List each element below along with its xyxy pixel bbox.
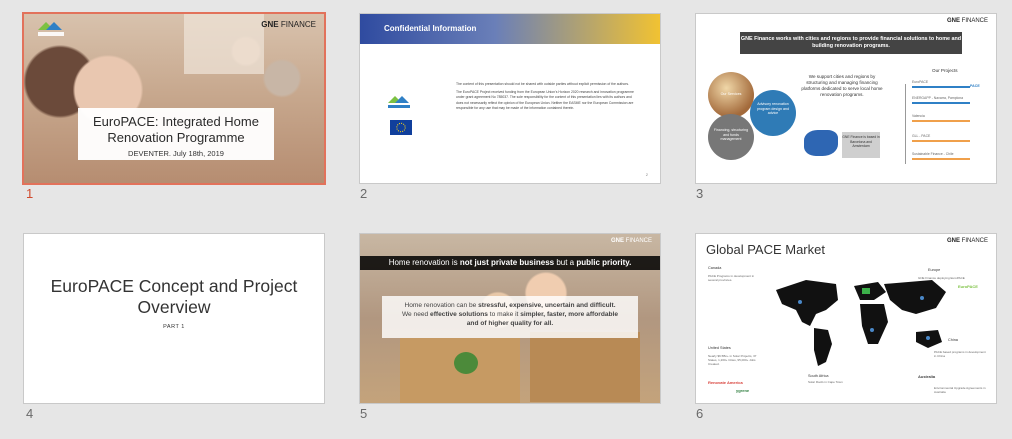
- china-text: PACE based programs in development in Ch…: [934, 350, 986, 358]
- project-item-5: Sustainable Finance - Chile: [912, 152, 954, 156]
- message-line-2: We need effective solutions to make it s…: [401, 311, 619, 318]
- project-bar-5: [912, 158, 970, 160]
- project-item-3: Valencia: [912, 114, 925, 118]
- slide-6-title: Global PACE Market: [706, 242, 825, 257]
- slide-2-disclaimer: The content of this presentation should …: [456, 82, 638, 114]
- slide-3-headline: GNE Finance works with cities and region…: [740, 32, 962, 54]
- gne-finance-brand: GNE FINANCE: [610, 238, 652, 244]
- canada-text: PACE Programs in development in several …: [708, 274, 755, 282]
- financing-circle-label: Financing, structuring and funds managem…: [713, 128, 749, 142]
- australia-text: Environmental Upgrade Agreements in Aust…: [934, 386, 986, 394]
- eu-flag-icon: [390, 120, 412, 135]
- ygrene-logo: ygrene: [736, 388, 750, 393]
- renovate-america-logo: Renovate America: [708, 380, 743, 385]
- slide-4-title: EuroPACE Concept and Project Overview: [50, 276, 298, 317]
- title-card: EuroPACE: Integrated Home Renovation Pro…: [78, 108, 274, 160]
- slide-2-header-text: Confidential Information: [384, 24, 477, 33]
- slide-number-4: 4: [26, 406, 34, 421]
- project-badge-pace: PACE: [970, 84, 980, 88]
- slide-number-6: 6: [696, 406, 704, 421]
- project-bar-4: [912, 140, 970, 142]
- timeline-divider: [895, 84, 906, 164]
- slide-3-support-text: We support cities and regions by structu…: [801, 74, 883, 97]
- slide-thumbnail-2[interactable]: Confidential Information The content of …: [360, 14, 660, 183]
- europe-text: GNE Finance deploying EuroPACE: [918, 276, 965, 280]
- slide-thumbnail-4[interactable]: EuroPACE Concept and Project Overview PA…: [24, 234, 324, 403]
- region-europe: Europe: [928, 268, 941, 272]
- region-china: China: [948, 338, 958, 342]
- slide-thumbnail-1[interactable]: GNE FINANCE EuroPACE: Integrated Home Re…: [24, 14, 324, 183]
- gne-finance-brand: GNE FINANCE: [946, 18, 988, 24]
- projects-title: Our Projects: [932, 68, 958, 73]
- message-line-1: Home renovation can be stressful, expens…: [404, 302, 616, 309]
- slide-thumbnail-6[interactable]: Global PACE Market GNE FINANCE Canada PA…: [696, 234, 996, 403]
- message-line-3: and of higher quality for all.: [466, 320, 554, 327]
- region-canada: Canada: [708, 266, 722, 270]
- australia-logo: Australia: [918, 374, 936, 379]
- slide-5-banner: Home renovation is not just private busi…: [360, 256, 660, 270]
- europace-logo: EuroPACE: [958, 284, 978, 289]
- region-us: United States: [708, 346, 731, 350]
- project-item-2: ENERGAPP - Navarra, Pamplona: [912, 96, 964, 100]
- slide-sorter: GNE FINANCE EuroPACE: Integrated Home Re…: [0, 0, 1012, 439]
- slide-4-subtitle: PART 1: [163, 324, 185, 330]
- slide-number-5: 5: [360, 406, 368, 421]
- plant: [454, 352, 478, 374]
- europace-logo-icon: [388, 96, 410, 108]
- project-item-1: EuroPACE: [912, 80, 929, 84]
- project-bar-2: [912, 102, 970, 104]
- project-bar-1: [912, 86, 970, 88]
- advisory-circle-label: Advisory renovation program design and a…: [757, 102, 789, 116]
- gne-finance-brand: GNE FINANCE: [946, 238, 988, 244]
- slide-thumbnail-5[interactable]: GNE FINANCE Home renovation is not just …: [360, 234, 660, 403]
- slide-3-location-box: GNE Finance is based in Barcelona and Am…: [842, 132, 880, 158]
- slide-number-1: 1: [26, 186, 34, 201]
- slide-2-header-bar: Confidential Information: [360, 14, 660, 44]
- gne-finance-brand: GNE FINANCE: [261, 20, 316, 29]
- services-circle-label: Our Services: [720, 92, 742, 96]
- slide-1-title: EuroPACE: Integrated Home Renovation Pro…: [93, 114, 259, 145]
- europe-map-icon: [804, 130, 838, 156]
- slide-1-window: [184, 14, 264, 74]
- region-south-africa: South Africa: [808, 374, 829, 378]
- slide-5-message-card: Home renovation can be stressful, expens…: [382, 296, 638, 338]
- slide-number-2: 2: [360, 186, 368, 201]
- disclaimer-paragraph-2: The EuroPACE Project received funding fr…: [456, 90, 634, 110]
- world-map-icon: [776, 280, 946, 366]
- slide-2-page-number: 2: [645, 172, 648, 177]
- south-africa-text: Solar Roofs in Cape Town: [808, 380, 843, 384]
- moving-box: [530, 332, 640, 402]
- project-item-4: GLL - PACE: [912, 134, 931, 138]
- us-text: Nearly $6.5Bn+ in Solar Projects, 37 Sta…: [708, 354, 757, 366]
- slide-number-3: 3: [696, 186, 704, 201]
- slide-1-date: DEVENTER. July 18th, 2019: [128, 149, 224, 158]
- project-bar-3: [912, 120, 970, 122]
- europace-logo-icon: [38, 22, 64, 36]
- disclaimer-paragraph-1: The content of this presentation should …: [456, 82, 630, 86]
- slide-thumbnail-3[interactable]: GNE FINANCE GNE Finance works with citie…: [696, 14, 996, 183]
